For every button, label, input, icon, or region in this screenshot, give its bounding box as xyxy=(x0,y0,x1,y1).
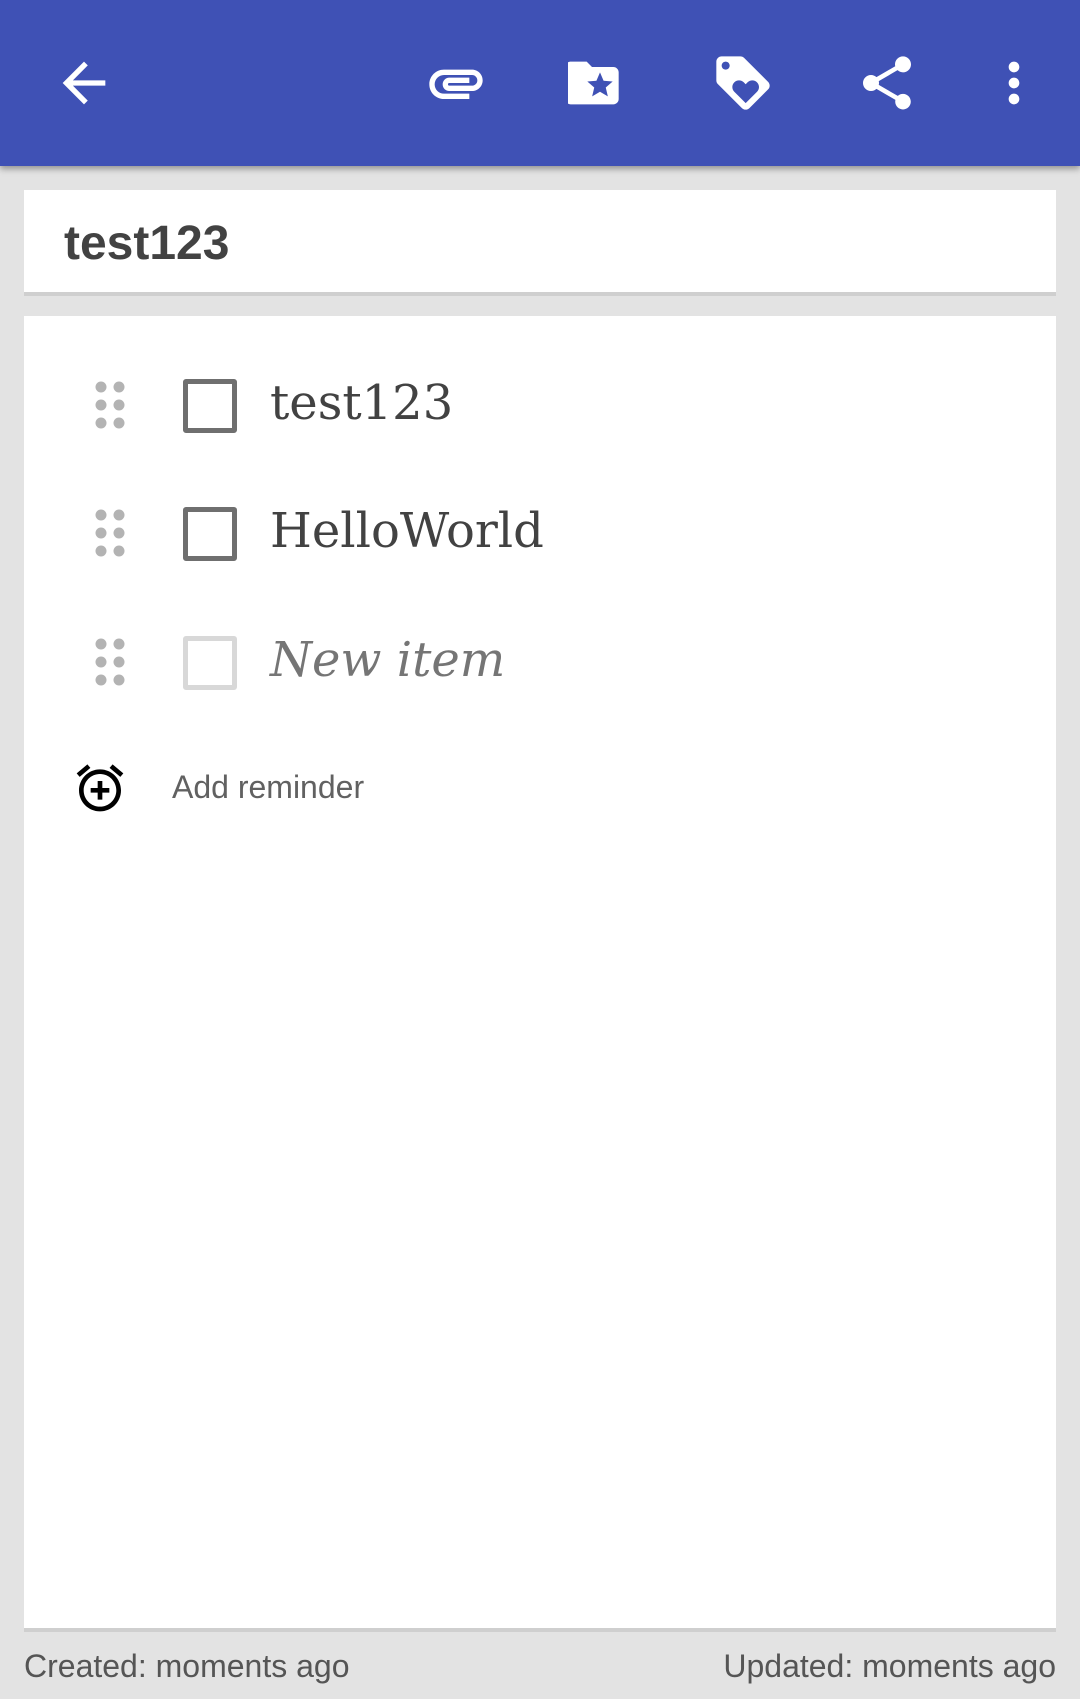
drag-handle-icon xyxy=(95,381,125,429)
arrow-back-icon xyxy=(62,61,106,105)
item-text[interactable]: test123 xyxy=(270,375,453,431)
more-options-button[interactable] xyxy=(964,33,1064,133)
updated-timestamp: Updated: moments ago xyxy=(723,1648,1056,1684)
note-footer: Created: moments ago Updated: moments ag… xyxy=(24,1648,1056,1688)
add-reminder-button[interactable]: Add reminder xyxy=(72,756,472,816)
back-button[interactable] xyxy=(34,33,134,133)
new-item-checkbox[interactable] xyxy=(183,636,237,690)
checklist-item: HelloWorld xyxy=(24,479,1056,589)
drag-handle[interactable] xyxy=(94,380,126,430)
folder-star-icon xyxy=(568,61,619,105)
drag-handle[interactable] xyxy=(94,508,126,558)
category-button[interactable] xyxy=(550,33,650,133)
new-item-input[interactable]: New item xyxy=(270,632,505,688)
tag-button[interactable] xyxy=(693,33,793,133)
item-checkbox[interactable] xyxy=(183,507,237,561)
note-content-card: test123 HelloWorld New item Add reminder xyxy=(24,316,1056,1632)
new-item-row: New item xyxy=(24,608,1056,718)
note-title-card: test123 xyxy=(24,190,1056,296)
item-text[interactable]: HelloWorld xyxy=(270,503,544,559)
more-vert-icon xyxy=(1008,61,1020,105)
share-icon xyxy=(863,56,911,110)
share-button[interactable] xyxy=(837,33,937,133)
created-timestamp: Created: moments ago xyxy=(24,1648,350,1684)
tag-heart-icon xyxy=(716,56,770,110)
drag-handle-icon xyxy=(95,638,125,686)
paperclip-icon xyxy=(429,69,483,99)
drag-handle[interactable] xyxy=(94,637,126,687)
drag-handle-icon xyxy=(95,509,125,557)
item-checkbox[interactable] xyxy=(183,379,237,433)
checklist-item: test123 xyxy=(24,351,1056,461)
add-reminder-label: Add reminder xyxy=(172,769,365,805)
note-title[interactable]: test123 xyxy=(64,216,229,271)
app-toolbar xyxy=(0,0,1080,166)
attach-button[interactable] xyxy=(406,33,506,133)
alarm-add-icon xyxy=(76,764,124,812)
